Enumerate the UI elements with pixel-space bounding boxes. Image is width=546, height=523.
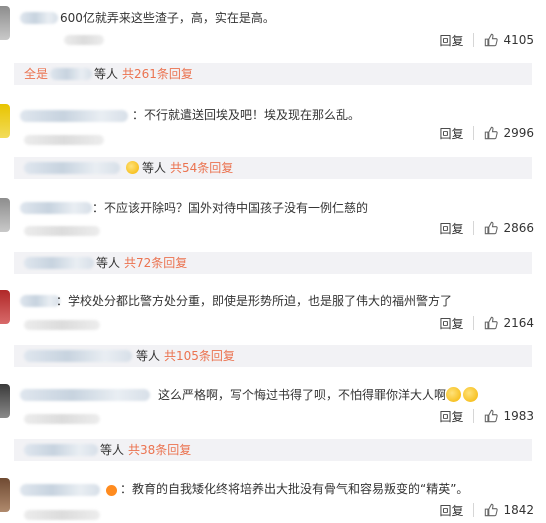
like-button[interactable]: 2996 [484, 126, 534, 140]
comment-actions: 回复 1842 [439, 500, 534, 520]
comment-text: 600亿就弄来这些渣子，高，实在是高。 [60, 11, 275, 25]
thumbs-up-icon [485, 33, 499, 47]
like-count: 1983 [503, 409, 534, 423]
comment-text: 这么严格啊，写个悔过书得了呗，不怕得罪你洋大人啊 [158, 388, 447, 402]
comment-text: ：不行就遣送回埃及吧！埃及现在那么乱。 [132, 108, 361, 122]
comment-meta [24, 510, 100, 520]
thumbs-up-icon [485, 126, 499, 140]
like-count: 1842 [503, 503, 534, 517]
thumbs-up-icon [485, 221, 499, 235]
comment-text: ：不应该开除吗？国外对待中国孩子没有一例仁慈的 [92, 201, 369, 215]
reply-summary-label: 等人 [100, 443, 125, 457]
comment-actions: 回复 1983 [439, 406, 534, 426]
reply-button[interactable]: 回复 [439, 32, 463, 49]
thumbs-up-icon [485, 503, 499, 517]
divider [473, 409, 475, 423]
replier-name[interactable] [24, 162, 120, 174]
reply-count-link[interactable]: 共261条回复 [122, 63, 193, 85]
reply-count-link[interactable]: 共105条回复 [164, 345, 235, 367]
reply-prefix[interactable]: 全是 [24, 63, 48, 85]
like-button[interactable]: 1983 [484, 409, 534, 423]
reply-count-link[interactable]: 共38条回复 [128, 439, 191, 461]
avatar[interactable] [0, 6, 10, 40]
like-count: 2866 [503, 221, 534, 235]
comment-item: ：学校处分都比警方处分重，即使是形势所迫，也是服了伟大的福州警方了 回复 216… [0, 282, 546, 342]
verified-badge-icon [106, 485, 117, 496]
like-count: 2164 [503, 316, 534, 330]
comment-actions: 回复 2164 [439, 313, 534, 333]
avatar[interactable] [0, 478, 10, 512]
comment-actions: 回复 4105 [439, 30, 534, 50]
commenter-name[interactable] [20, 12, 58, 24]
like-button[interactable]: 1842 [484, 503, 534, 517]
reply-summary[interactable]: 等人 共54条回复 [14, 157, 532, 179]
smiley-emoji-icon [463, 387, 478, 402]
smiley-emoji-icon [126, 161, 139, 174]
divider [473, 33, 475, 47]
comment-item: ：不应该开除吗？国外对待中国孩子没有一例仁慈的 回复 2866 [0, 188, 546, 248]
commenter-name[interactable] [20, 202, 92, 214]
avatar[interactable] [0, 290, 10, 324]
thumbs-up-icon [485, 409, 499, 423]
reply-summary[interactable]: 全是 等人 共261条回复 [14, 63, 532, 85]
smiley-emoji-icon [446, 387, 461, 402]
like-count: 4105 [503, 33, 534, 47]
commenter-name[interactable] [20, 295, 60, 307]
thumbs-up-icon [485, 316, 499, 330]
reply-summary[interactable]: 等人 共38条回复 [14, 439, 532, 461]
like-button[interactable]: 2866 [484, 221, 534, 235]
reply-button[interactable]: 回复 [439, 408, 463, 425]
like-button[interactable]: 2164 [484, 316, 534, 330]
commenter-name[interactable] [20, 389, 150, 401]
reply-summary[interactable]: 等人 共105条回复 [14, 345, 532, 367]
replier-name[interactable] [50, 68, 92, 80]
comment-text: ：教育的自我矮化终将培养出大批没有骨气和容易叛变的“精英”。 [120, 482, 469, 496]
commenter-name[interactable] [20, 110, 128, 122]
comment-item: ：教育的自我矮化终将培养出大批没有骨气和容易叛变的“精英”。 回复 1842 [0, 470, 546, 523]
reply-button[interactable]: 回复 [439, 125, 463, 142]
avatar[interactable] [0, 384, 10, 418]
like-button[interactable]: 4105 [484, 33, 534, 47]
reply-button[interactable]: 回复 [439, 315, 463, 332]
comment-meta [24, 226, 100, 236]
reply-summary[interactable]: 等人 共72条回复 [14, 252, 532, 274]
comment-item: 这么严格啊，写个悔过书得了呗，不怕得罪你洋大人啊 回复 1983 [0, 376, 546, 436]
commenter-name[interactable] [20, 484, 100, 496]
divider [473, 503, 475, 517]
comment-meta [24, 135, 104, 145]
like-count: 2996 [503, 126, 534, 140]
comment-item: 600亿就弄来这些渣子，高，实在是高。 回复 4105 [0, 0, 546, 60]
reply-count-link[interactable]: 共54条回复 [170, 157, 233, 179]
reply-button[interactable]: 回复 [439, 502, 463, 519]
comment-meta [24, 320, 100, 330]
comment-text: ：学校处分都比警方处分重，即使是形势所迫，也是服了伟大的福州警方了 [56, 294, 453, 308]
replier-name[interactable] [24, 444, 98, 456]
divider [473, 126, 475, 140]
reply-summary-label: 等人 [96, 256, 121, 270]
replier-name[interactable] [24, 350, 132, 362]
reply-summary-label: 等人 [94, 67, 119, 81]
avatar[interactable] [0, 198, 10, 232]
comment-meta [64, 35, 104, 45]
emoji-group [124, 161, 139, 174]
reply-summary-label: 等人 [136, 349, 161, 363]
replier-name[interactable] [24, 257, 94, 269]
comment-actions: 回复 2996 [439, 123, 534, 143]
comment-item: ：不行就遣送回埃及吧！埃及现在那么乱。 回复 2996 [0, 94, 546, 154]
emoji-group [444, 387, 478, 402]
divider [473, 316, 475, 330]
comment-actions: 回复 2866 [439, 218, 534, 238]
comment-meta [24, 414, 100, 424]
reply-summary-label: 等人 [142, 161, 167, 175]
reply-button[interactable]: 回复 [439, 220, 463, 237]
reply-count-link[interactable]: 共72条回复 [124, 252, 187, 274]
divider [473, 221, 475, 235]
avatar[interactable] [0, 104, 10, 138]
